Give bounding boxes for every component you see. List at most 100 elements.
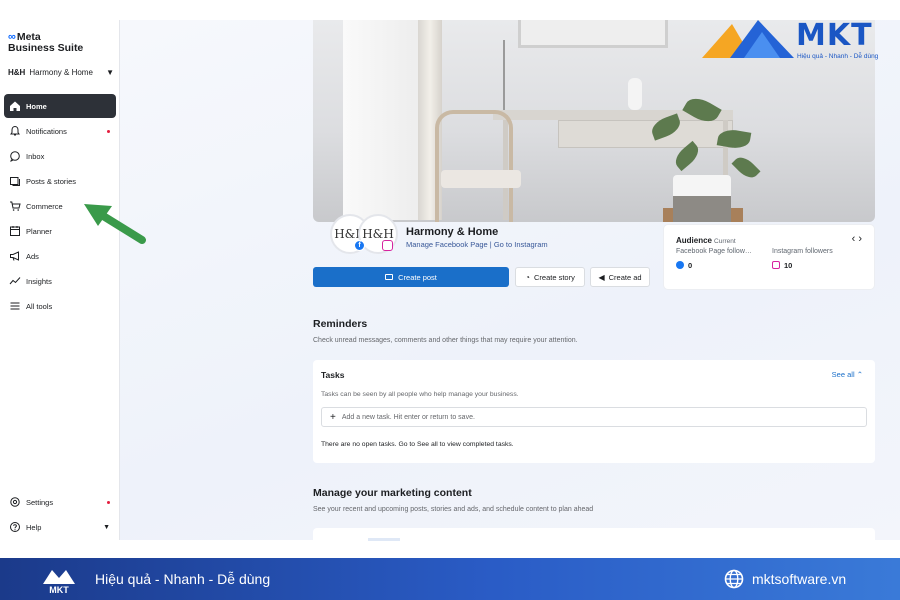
instagram-followers-label: Instagram followers (772, 248, 833, 255)
notification-dot (107, 500, 110, 504)
sidebar-item-label: Planner (26, 226, 52, 236)
sidebar-item-label: Notifications (26, 126, 67, 136)
sidebar-nav-bottom: Settings Help ▼ (4, 490, 116, 540)
audience-card: Audience Current ‹ › Facebook Page follow… (664, 225, 874, 289)
cart-icon (10, 201, 21, 211)
chevron-down-icon: ▼ (103, 523, 110, 531)
instagram-followers-value: 10 (772, 261, 792, 270)
chart-icon (9, 277, 21, 285)
sidebar-item-label: Ads (26, 251, 39, 261)
footer-tagline: Hiệu quả - Nhanh - Dễ dùng (95, 571, 271, 587)
cover-chair-seat (441, 170, 521, 188)
sidebar-item-label: Settings (26, 497, 54, 507)
mkt-footer-logo-text: MKT (49, 585, 69, 595)
instagram-badge-icon (382, 240, 393, 251)
create-story-label: Create story (533, 272, 575, 282)
audience-title: Audience Current (676, 236, 736, 245)
reminders-title: Reminders (313, 318, 368, 330)
chat-bubble-icon (10, 151, 20, 162)
sidebar-item-settings[interactable]: Settings (4, 490, 116, 514)
globe-icon (724, 569, 744, 589)
sidebar-item-home[interactable]: Home (4, 94, 116, 118)
story-icon: ◔ (525, 272, 530, 282)
audience-carousel-arrows[interactable]: ‹ › (852, 233, 862, 245)
tasks-empty-state: There are no open tasks. Go to See all t… (321, 441, 514, 448)
account-initials: H&H (8, 68, 26, 77)
marketing-description: See your recent and upcoming posts, stor… (313, 506, 594, 513)
post-icon (385, 274, 394, 280)
page-name: Harmony & Home (406, 226, 499, 238)
pointer-arrow-icon (84, 204, 146, 244)
sidebar-item-ads[interactable]: Ads (4, 244, 116, 268)
mkt-logo: MKT Hiệu quả - Nhanh - Dễ dùng (700, 18, 890, 68)
audience-subtitle: Current (714, 238, 736, 245)
tasks-card: Tasks See all ⌃ Tasks can be seen by all… (313, 360, 875, 463)
sidebar-item-label: Commerce (26, 201, 63, 211)
create-story-button[interactable]: ◔ Create story (515, 267, 585, 287)
chevron-down-icon: ▼ (106, 68, 114, 77)
sidebar-item-label: Help (26, 522, 42, 532)
account-name: Harmony & Home (29, 68, 93, 77)
see-all-label: See all (831, 370, 855, 379)
audience-title-text: Audience (676, 236, 713, 245)
megaphone-icon: ◀ (598, 272, 605, 282)
mkt-logo-tagline: Hiệu quả - Nhanh - Dễ dùng (797, 53, 879, 60)
sidebar-item-label: Home (26, 101, 47, 111)
create-post-button[interactable]: Create post (313, 267, 509, 287)
footer-banner: MKT Hiệu quả - Nhanh - Dễ dùng mktsoftwa… (0, 558, 900, 600)
cover-vase (628, 78, 642, 110)
create-post-label: Create post (398, 272, 437, 282)
page-manage-links[interactable]: Manage Facebook Page | Go to Instagram (406, 240, 548, 249)
calendar-icon (10, 226, 20, 236)
create-ad-button[interactable]: ◀ Create ad (590, 267, 650, 287)
marketing-title: Manage your marketing content (313, 487, 472, 499)
create-ad-label: Create ad (608, 272, 642, 282)
footer-website[interactable]: mktsoftware.vn (752, 571, 846, 587)
cover-leaf (731, 153, 761, 182)
notification-dot (107, 129, 110, 133)
megaphone-icon (10, 251, 19, 261)
reminders-description: Check unread messages, comments and othe… (313, 337, 578, 344)
facebook-followers-label: Facebook Page follow… (676, 248, 752, 255)
facebook-badge-icon: f (354, 240, 365, 251)
mkt-mountain-icon (702, 20, 794, 58)
cover-lamp (503, 40, 523, 110)
facebook-icon (676, 261, 684, 269)
mkt-footer-logo-icon: MKT (43, 570, 75, 595)
facebook-followers-value: 0 (676, 261, 692, 270)
new-task-input[interactable]: + Add a new task. Hit enter or return to… (321, 407, 867, 427)
cover-plant-pot (673, 175, 731, 222)
tasks-description: Tasks can be seen by all people who help… (321, 391, 519, 398)
meta-business-suite-logo[interactable]: ∞Meta Business Suite (8, 32, 83, 54)
cover-wall-frame (518, 20, 668, 48)
cover-chair (435, 110, 513, 222)
sidebar-item-posts-stories[interactable]: Posts & stories (4, 169, 116, 193)
tasks-title: Tasks (321, 370, 345, 380)
sidebar-item-label: Insights (26, 276, 52, 286)
sidebar-item-help[interactable]: Help ▼ (4, 515, 116, 539)
sidebar-item-notifications[interactable]: Notifications (4, 119, 116, 143)
sidebar-item-label: All tools (26, 301, 53, 311)
instagram-icon (772, 261, 780, 269)
posts-icon (10, 177, 20, 186)
home-icon (10, 101, 20, 111)
marketing-content-card (313, 528, 875, 541)
gear-icon (10, 497, 20, 507)
new-task-placeholder: Add a new task. Hit enter or return to s… (341, 413, 475, 421)
sidebar-item-label: Posts & stories (26, 176, 77, 186)
instagram-followers-count: 10 (784, 261, 793, 270)
menu-icon (10, 302, 20, 310)
sidebar-item-all-tools[interactable]: All tools (4, 294, 116, 318)
see-all-link[interactable]: See all ⌃ (832, 370, 863, 379)
sidebar-item-inbox[interactable]: Inbox (4, 144, 116, 168)
cover-desk-drawer (558, 120, 733, 148)
chevron-up-icon: ⌃ (856, 370, 863, 379)
sidebar: ∞Meta Business Suite H&H Harmony & Home … (0, 20, 120, 540)
help-icon (10, 522, 20, 532)
brand-line2: Business Suite (8, 42, 84, 54)
sidebar-item-insights[interactable]: Insights (4, 269, 116, 293)
account-switcher[interactable]: H&H Harmony & Home ▼ (8, 68, 114, 77)
facebook-followers-count: 0 (688, 261, 693, 270)
plus-icon: + (330, 411, 336, 423)
bell-icon (10, 125, 20, 136)
